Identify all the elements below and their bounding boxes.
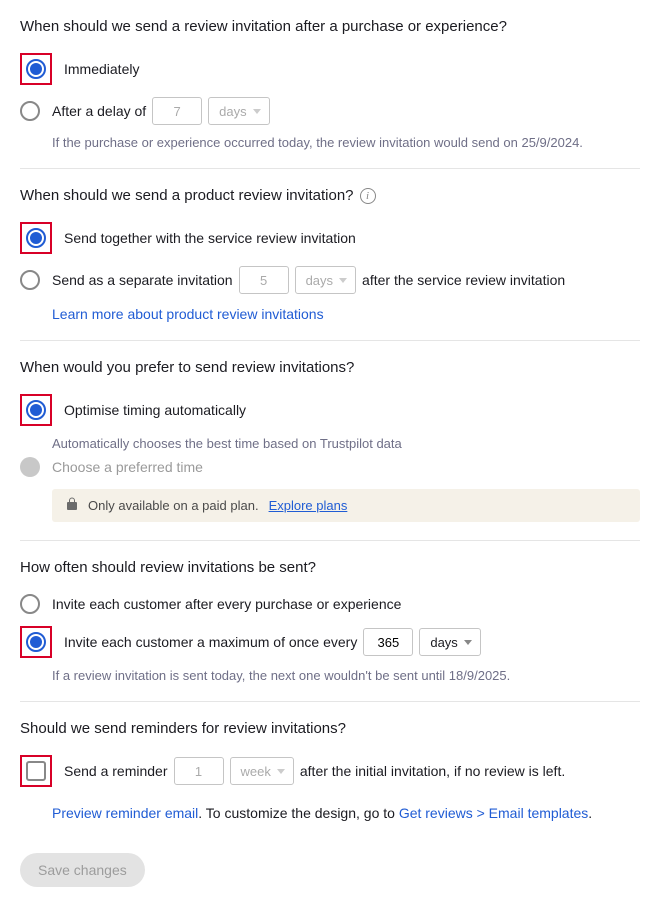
option-max-once[interactable]: Invite each customer a maximum of once e…: [20, 620, 640, 664]
label-max-once: Invite each customer a maximum of once e…: [64, 634, 357, 650]
label-send-separate: Send as a separate invitation: [52, 272, 233, 288]
input-max-days[interactable]: [363, 628, 413, 656]
radio-send-together[interactable]: [26, 228, 46, 248]
question-review-timing: When should we send a review invitation …: [20, 18, 640, 35]
select-reminder-unit[interactable]: week: [230, 757, 294, 785]
highlight-box: [20, 53, 52, 85]
question-frequency: How often should review invitations be s…: [20, 559, 640, 576]
highlight-box: [20, 755, 52, 787]
radio-every-purchase[interactable]: [20, 594, 40, 614]
label-immediately: Immediately: [64, 61, 139, 77]
option-immediately[interactable]: Immediately: [20, 47, 640, 91]
option-send-separate[interactable]: Send as a separate invitation days after…: [20, 260, 640, 300]
option-choose-time: Choose a preferred time: [20, 451, 640, 483]
label-separate-suffix: after the service review invitation: [362, 272, 565, 288]
select-separate-unit[interactable]: days: [295, 266, 356, 294]
info-icon[interactable]: i: [360, 188, 376, 204]
option-after-delay[interactable]: After a delay of days: [20, 91, 640, 131]
option-send-reminder[interactable]: Send a reminder week after the initial i…: [20, 749, 640, 793]
question-preferred-time: When would you prefer to send review inv…: [20, 359, 640, 376]
hint-delay-example: If the purchase or experience occurred t…: [52, 135, 640, 150]
select-delay-unit[interactable]: days: [208, 97, 269, 125]
input-reminder-count[interactable]: [174, 757, 224, 785]
label-send-reminder: Send a reminder: [64, 763, 168, 779]
radio-immediately[interactable]: [26, 59, 46, 79]
section-preferred-time: When would you prefer to send review inv…: [20, 351, 640, 541]
highlight-box: [20, 626, 52, 658]
label-reminder-suffix: after the initial invitation, if no revi…: [300, 763, 565, 779]
checkbox-send-reminder[interactable]: [26, 761, 46, 781]
paid-plan-banner: Only available on a paid plan. Explore p…: [52, 489, 640, 522]
option-every-purchase[interactable]: Invite each customer after every purchas…: [20, 588, 640, 620]
highlight-box: [20, 394, 52, 426]
reminder-links-row: Preview reminder email. To customize the…: [52, 805, 640, 821]
paid-plan-text: Only available on a paid plan.: [88, 498, 259, 513]
option-send-together[interactable]: Send together with the service review in…: [20, 216, 640, 260]
link-explore-plans[interactable]: Explore plans: [269, 498, 348, 513]
section-reminders: Should we send reminders for review invi…: [20, 712, 640, 839]
label-optimise-auto: Optimise timing automatically: [64, 402, 246, 418]
select-max-unit[interactable]: days: [419, 628, 480, 656]
link-learn-product-reviews[interactable]: Learn more about product review invitati…: [52, 306, 324, 322]
hint-optimise-auto: Automatically chooses the best time base…: [52, 436, 640, 451]
label-choose-time: Choose a preferred time: [52, 459, 203, 475]
section-frequency: How often should review invitations be s…: [20, 551, 640, 702]
option-optimise-auto[interactable]: Optimise timing automatically: [20, 388, 640, 432]
link-email-templates[interactable]: Get reviews > Email templates: [399, 805, 588, 821]
input-delay-days[interactable]: [152, 97, 202, 125]
highlight-box: [20, 222, 52, 254]
question-reminders: Should we send reminders for review invi…: [20, 720, 640, 737]
radio-optimise-auto[interactable]: [26, 400, 46, 420]
label-after-delay: After a delay of: [52, 103, 146, 119]
radio-send-separate[interactable]: [20, 270, 40, 290]
save-button[interactable]: Save changes: [20, 853, 145, 887]
radio-max-once[interactable]: [26, 632, 46, 652]
label-send-together: Send together with the service review in…: [64, 230, 356, 246]
label-every-purchase: Invite each customer after every purchas…: [52, 596, 401, 612]
question-product-review: When should we send a product review inv…: [20, 187, 640, 204]
section-product-review-timing: When should we send a product review inv…: [20, 179, 640, 341]
radio-after-delay[interactable]: [20, 101, 40, 121]
radio-choose-time: [20, 457, 40, 477]
input-separate-days[interactable]: [239, 266, 289, 294]
section-review-invitation-timing: When should we send a review invitation …: [20, 10, 640, 169]
link-preview-reminder[interactable]: Preview reminder email: [52, 805, 198, 821]
lock-icon: [66, 497, 78, 514]
hint-frequency-example: If a review invitation is sent today, th…: [52, 668, 640, 683]
